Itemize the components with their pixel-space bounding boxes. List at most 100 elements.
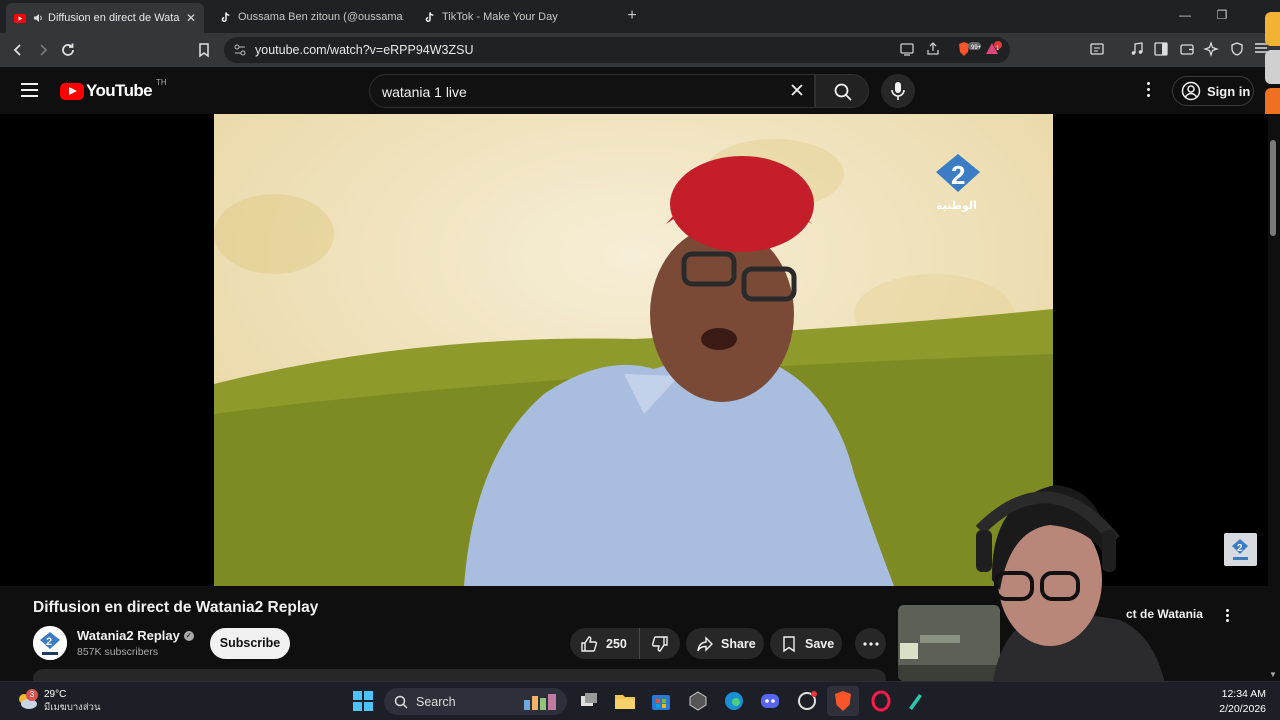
tab-title: TikTok - Make Your Day: [442, 11, 558, 23]
partly-cloudy-icon: 3: [16, 689, 38, 711]
microphone-icon: [891, 82, 905, 100]
microsoft-store-icon[interactable]: [650, 690, 672, 712]
cart-extension-icon[interactable]: [1265, 50, 1280, 84]
browser-toolbar: youtube.com/watch?v=eRPP94W3ZSU 99+ 1: [0, 33, 1280, 67]
audio-playing-icon[interactable]: [32, 12, 44, 24]
youtube-play-icon: [60, 82, 84, 100]
voice-search-button[interactable]: [881, 74, 915, 108]
cast-icon[interactable]: [898, 41, 916, 59]
youtube-wordmark: YouTube: [86, 81, 153, 100]
brave-shields-icon[interactable]: 99+: [956, 41, 982, 59]
search-highlight-icon: [524, 694, 556, 710]
wallet-icon[interactable]: [1178, 41, 1196, 59]
video-title: Diffusion en direct de Watania2 Replay: [33, 599, 319, 616]
thumbs-up-icon: [581, 635, 598, 652]
weather-alert-badge: 3: [26, 689, 38, 701]
share-button[interactable]: Share: [686, 628, 764, 659]
vpn-icon[interactable]: [1228, 41, 1246, 59]
close-tab-icon[interactable]: ✕: [180, 11, 196, 25]
scrollbar-thumb[interactable]: [1270, 140, 1276, 236]
svg-text:2: 2: [951, 160, 965, 190]
maximize-button[interactable]: ❐: [1215, 8, 1229, 22]
sign-in-label: Sign in: [1207, 83, 1251, 99]
like-count: 250: [606, 636, 627, 651]
tiktok-icon: [220, 11, 232, 23]
discord-icon[interactable]: [759, 690, 781, 712]
app-cube-icon[interactable]: [687, 690, 709, 712]
system-clock[interactable]: 12:34 AM 2/20/2026: [1214, 687, 1266, 717]
reload-icon[interactable]: [59, 41, 77, 59]
save-label: Save: [805, 636, 835, 651]
url-text: youtube.com/watch?v=eRPP94W3ZSU: [255, 43, 474, 57]
more-actions-button[interactable]: [855, 628, 886, 659]
video-frame: 2 الوطنية: [214, 114, 1053, 586]
settings-more-icon[interactable]: [1144, 82, 1152, 100]
media-control-icon[interactable]: [1128, 41, 1146, 59]
windows-start-icon[interactable]: [352, 690, 374, 712]
sign-in-button[interactable]: Sign in: [1172, 76, 1254, 106]
video-player[interactable]: 2 الوطنية: [214, 114, 1053, 586]
share-icon: [697, 635, 713, 652]
address-bar[interactable]: youtube.com/watch?v=eRPP94W3ZSU 99+ 1: [224, 37, 1010, 63]
sidebar-toggle-icon[interactable]: [1152, 41, 1170, 59]
tab-title: Oussama Ben zitoun (@oussama.ben: [238, 11, 404, 23]
search-box: [369, 74, 815, 108]
reader-mode-icon[interactable]: [1088, 41, 1106, 59]
channel-name[interactable]: Watania2 Replay ✓: [77, 628, 194, 643]
brave-rewards-icon[interactable]: 1: [984, 41, 1002, 59]
tab-oussama-tiktok[interactable]: Oussama Ben zitoun (@oussama.ben: [212, 4, 412, 30]
new-tab-button[interactable]: +: [624, 7, 640, 25]
weather-widget[interactable]: 3 29°C มีเมฆบางส่วน: [16, 688, 100, 714]
search-input[interactable]: [382, 82, 762, 102]
channel-corner-logo[interactable]: 2: [1224, 533, 1257, 566]
search-button[interactable]: [815, 74, 869, 108]
tab-tiktok-home[interactable]: TikTok - Make Your Day: [416, 4, 616, 30]
bookmark-icon[interactable]: [195, 41, 213, 59]
share-label: Share: [721, 636, 756, 651]
forward-icon[interactable]: [34, 41, 52, 59]
chatgpt-icon[interactable]: [796, 690, 818, 712]
channel-watermark-text: الوطنية: [936, 199, 977, 212]
site-info-icon[interactable]: [233, 43, 247, 57]
thumbs-down-icon: [651, 635, 668, 652]
opera-gx-icon[interactable]: [870, 690, 892, 712]
channel-name-text: Watania2 Replay: [77, 628, 180, 643]
like-button[interactable]: 250: [570, 628, 640, 659]
app-pen-icon[interactable]: [904, 690, 926, 712]
back-icon[interactable]: [9, 41, 27, 59]
save-icon: [783, 635, 795, 652]
subscriber-count: 857K subscribers: [77, 646, 159, 658]
taskbar-search[interactable]: Search: [384, 688, 567, 715]
clear-search-icon[interactable]: [788, 81, 806, 104]
weather-condition: มีเมฆบางส่วน: [44, 702, 101, 713]
account-icon: [1181, 81, 1201, 101]
recommended-more-icon[interactable]: [1224, 609, 1230, 625]
brave-browser-icon[interactable]: [827, 686, 859, 716]
youtube-masthead: YouTube TH Sign in: [0, 67, 1280, 114]
guide-menu-icon[interactable]: [21, 83, 38, 97]
minimize-button[interactable]: —: [1178, 8, 1192, 22]
task-view-icon[interactable]: [578, 690, 600, 712]
more-horizontal-icon: [862, 641, 879, 646]
description-box[interactable]: [33, 669, 886, 681]
tab-diffusion-watania[interactable]: Diffusion en direct de Watania ✕: [6, 3, 204, 33]
cart-extension-icon[interactable]: [1265, 12, 1280, 46]
leo-ai-icon[interactable]: [1202, 41, 1220, 59]
taskbar-search-label: Search: [416, 694, 456, 709]
search-icon: [394, 695, 408, 709]
share-page-icon[interactable]: [924, 41, 942, 59]
svg-text:2: 2: [1237, 543, 1243, 554]
verified-icon: ✓: [183, 630, 194, 641]
file-explorer-icon[interactable]: [614, 690, 636, 712]
channel-avatar[interactable]: 2: [33, 626, 67, 660]
search-icon: [834, 83, 852, 101]
browser-tab-strip: Diffusion en direct de Watania ✕ Oussama…: [0, 0, 1280, 33]
like-dislike-group: 250: [570, 628, 680, 659]
scroll-down-icon[interactable]: ▼: [1269, 670, 1277, 679]
save-button[interactable]: Save: [770, 628, 842, 659]
subscribe-button[interactable]: Subscribe: [210, 628, 290, 659]
youtube-logo[interactable]: YouTube TH: [60, 78, 167, 101]
clock-time: 12:34 AM: [1221, 688, 1266, 700]
edge-icon[interactable]: [723, 690, 745, 712]
dislike-button[interactable]: [640, 635, 680, 653]
